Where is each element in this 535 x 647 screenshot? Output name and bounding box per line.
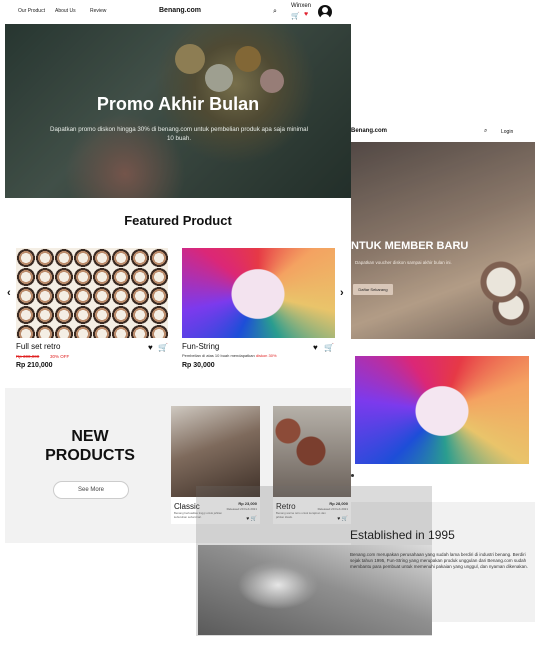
hero-text: Dapatkan promo diskon hingga 30% di bena… <box>50 126 308 142</box>
new-title-line2: PRODUCTS <box>45 447 135 464</box>
register-button[interactable]: Daftar Sekarang <box>353 284 393 295</box>
heart-icon[interactable]: ♥ <box>304 11 308 18</box>
cart-icon[interactable]: 🛒 <box>291 12 300 20</box>
established-title: Established in 1995 <box>350 528 455 542</box>
product-name[interactable]: Full set retro <box>16 342 60 351</box>
heart-icon[interactable]: ♥ <box>148 343 153 352</box>
search-icon[interactable]: ⌕ <box>484 128 487 135</box>
username: Winxen <box>291 3 312 9</box>
product-image <box>171 406 260 497</box>
product-name[interactable]: Fun-String <box>182 342 219 351</box>
discount-badge: 30% OFF <box>50 354 70 359</box>
mobile-navbar: Benang.com ⌕ Login <box>351 122 535 142</box>
product-desc-text: Pembelian di atas 10 buah mendapatkan <box>182 353 255 358</box>
see-more-button[interactable]: See More <box>53 481 129 499</box>
desktop-frame: Our Product About Us Review Benang.com ⌕… <box>5 0 351 543</box>
cart-icon[interactable]: 🛒 <box>324 343 334 352</box>
login-link[interactable]: Login <box>501 129 513 135</box>
hero-title: Promo Akhir Bulan <box>96 94 260 114</box>
product-image-fun-string[interactable] <box>355 356 529 464</box>
carousel-dot[interactable] <box>351 474 354 477</box>
featured-title: Featured Product <box>124 213 232 228</box>
product-image <box>273 406 351 497</box>
promo-hero: Promo Akhir Bulan Dapatkan promo diskon … <box>5 24 351 198</box>
product-desc-highlight: diskon 30% <box>255 353 277 358</box>
member-hero: NTUK MEMBER BARU Dapatkan voucher diskon… <box>351 142 535 339</box>
search-icon[interactable]: ⌕ <box>273 8 277 16</box>
chevron-right-icon[interactable]: › <box>340 287 344 299</box>
brand-logo[interactable]: Benang.com <box>159 7 201 14</box>
brand-logo[interactable]: Benang.com <box>351 128 387 134</box>
established-text: Benang.com merupakan perusahaan yang sud… <box>350 552 528 570</box>
nav-link-about-us[interactable]: About Us <box>55 8 76 14</box>
cart-icon[interactable]: 🛒 <box>158 343 168 352</box>
nav-link-review[interactable]: Review <box>90 8 106 14</box>
product-image-full-set-retro[interactable] <box>16 248 168 338</box>
new-products-title: NEW PRODUCTS <box>25 427 155 465</box>
product-image-fun-string[interactable] <box>182 248 335 338</box>
nav-link-our-product[interactable]: Our Product <box>18 8 45 14</box>
old-price: Rp 300,000 <box>16 354 40 359</box>
heart-icon[interactable]: ♥ <box>313 343 318 352</box>
product-price: Rp 30,000 <box>182 362 215 369</box>
top-navbar: Our Product About Us Review Benang.com ⌕… <box>5 0 351 24</box>
avatar-icon[interactable] <box>318 5 332 19</box>
member-hero-text: Dapatkan voucher diskon sampai akhir bul… <box>355 260 452 265</box>
product-desc: Pembelian di atas 10 buah mendapatkan di… <box>182 353 277 358</box>
member-hero-title: NTUK MEMBER BARU <box>351 240 469 252</box>
product-price: Rp 210,000 <box>16 362 53 369</box>
chevron-left-icon[interactable]: ‹ <box>7 287 11 299</box>
new-title-line1: NEW <box>71 428 109 445</box>
